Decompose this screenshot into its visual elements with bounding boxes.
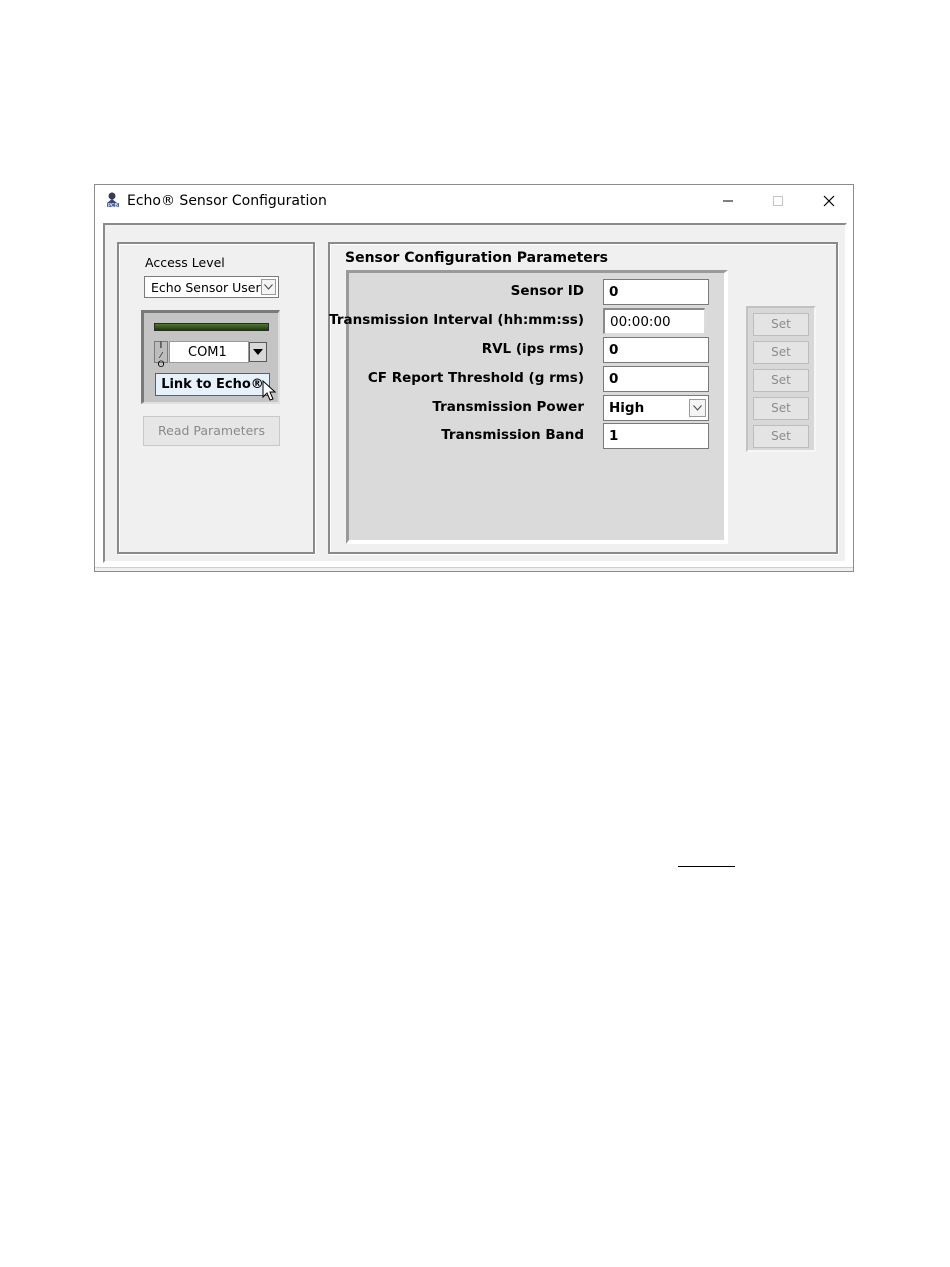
sensor-config-panel: Sensor Configuration Parameters Sensor I… — [328, 242, 838, 554]
set-sensor-id-button[interactable]: Set — [753, 313, 809, 336]
com-port-value: COM1 — [188, 345, 227, 360]
io-slash-glyph: ⁄ — [160, 351, 162, 360]
set-rvl-button[interactable]: Set — [753, 369, 809, 392]
param-label-rvl: RVL (ips rms) — [481, 341, 584, 357]
access-level-value: Echo Sensor User — [151, 280, 261, 295]
maximize-button[interactable] — [753, 185, 803, 217]
app-window: PCB Echo® Sensor Configuration Access Le… — [94, 184, 854, 572]
window-bottom-edge — [95, 567, 853, 571]
param-label-cf-threshold: CF Report Threshold (g rms) — [367, 370, 584, 386]
com-port-field[interactable]: COM1 — [169, 341, 249, 363]
io-icon: I ⁄ O — [154, 341, 168, 370]
chevron-down-icon[interactable] — [689, 399, 706, 417]
set-cf-threshold-button[interactable]: Set — [753, 397, 809, 420]
param-label-transmission-interval: Transmission Interval (hh:mm:ss) — [329, 312, 584, 328]
window-title: Echo® Sensor Configuration — [127, 193, 327, 209]
maximize-icon — [773, 196, 783, 206]
section-title: Sensor Configuration Parameters — [345, 250, 608, 266]
title-bar[interactable]: PCB Echo® Sensor Configuration — [95, 185, 853, 217]
page-underline-mark — [678, 866, 735, 867]
minimize-button[interactable] — [703, 185, 753, 217]
mouse-pointer-icon — [262, 380, 277, 401]
cf-threshold-input[interactable]: 0 — [603, 366, 709, 392]
connection-panel: Access Level Echo Sensor User I ⁄ O COM1 — [117, 242, 315, 554]
minimize-icon — [723, 200, 733, 202]
connection-status-led — [154, 323, 269, 331]
read-parameters-button[interactable]: Read Parameters — [143, 416, 280, 446]
set-transmission-interval-button[interactable]: Set — [753, 341, 809, 364]
transmission-power-value: High — [609, 400, 645, 416]
transmission-band-input[interactable]: 1 — [603, 423, 709, 449]
com-port-selector[interactable]: I ⁄ O COM1 — [154, 341, 269, 370]
close-button[interactable] — [804, 185, 854, 217]
client-area: Access Level Echo Sensor User I ⁄ O COM1 — [103, 223, 847, 563]
chevron-down-icon[interactable] — [261, 279, 276, 295]
triangle-down-icon — [253, 348, 263, 355]
access-level-label: Access Level — [145, 255, 225, 270]
link-group: I ⁄ O COM1 Link to Echo® — [141, 310, 280, 404]
app-icon: PCB — [107, 192, 119, 209]
io-glyph-bottom: O — [157, 360, 165, 370]
param-label-sensor-id: Sensor ID — [510, 283, 584, 299]
param-label-transmission-band: Transmission Band — [441, 427, 584, 443]
parameter-list: Sensor ID 0 Transmission Interval (hh:mm… — [329, 270, 728, 544]
set-button-group: Set Set Set Set Set — [746, 306, 816, 452]
io-glyph-top: I — [159, 341, 163, 351]
transmission-interval-input[interactable]: 00:00:00 — [603, 308, 705, 334]
sensor-id-input[interactable]: 0 — [603, 279, 709, 305]
rvl-input[interactable]: 0 — [603, 337, 709, 363]
transmission-power-select[interactable]: High — [603, 395, 709, 421]
set-transmission-power-button[interactable]: Set — [753, 425, 809, 448]
close-icon — [823, 195, 835, 207]
access-level-select[interactable]: Echo Sensor User — [144, 276, 279, 298]
svg-text:PCB: PCB — [108, 203, 119, 209]
link-to-echo-button[interactable]: Link to Echo® — [155, 373, 270, 396]
com-port-dropdown-button[interactable] — [249, 342, 267, 362]
param-label-transmission-power: Transmission Power — [432, 399, 584, 415]
